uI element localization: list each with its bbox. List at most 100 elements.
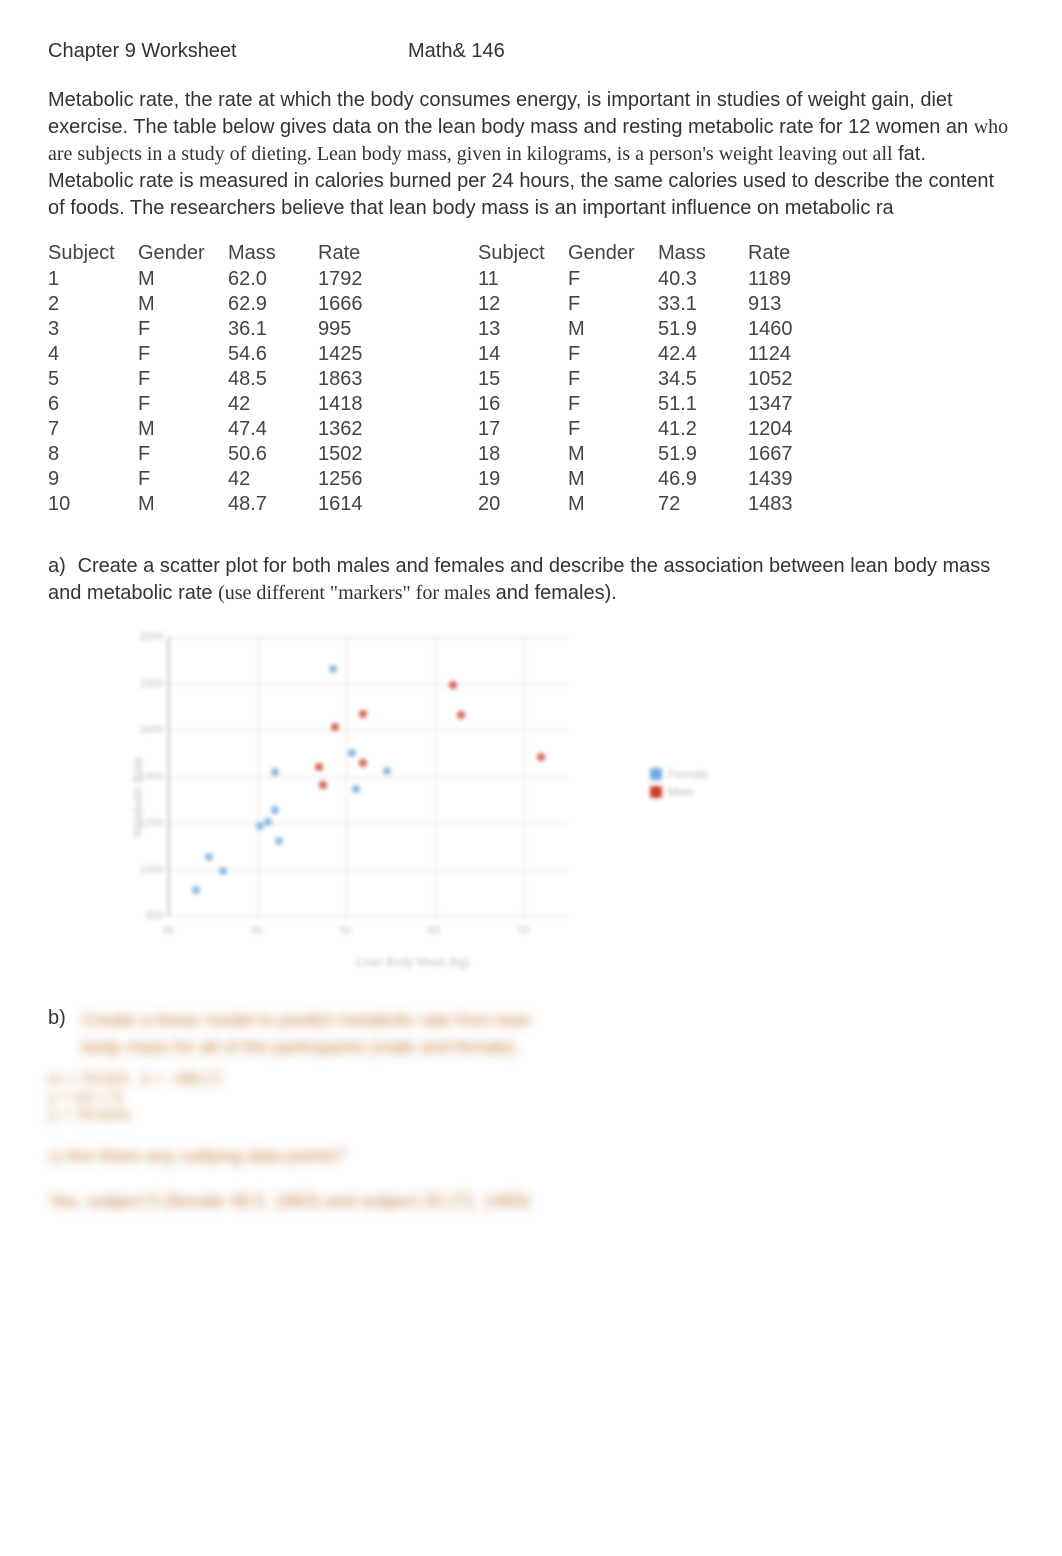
legend-male: Male <box>650 785 708 799</box>
table-row: 10M48.7161420M721483 <box>48 492 848 517</box>
table-cell: 1792 <box>318 267 418 292</box>
table-cell: 1362 <box>318 417 418 442</box>
scatter-point <box>449 681 457 689</box>
data-table: Subject Gender Mass Rate Subject Gender … <box>48 240 848 517</box>
table-cell: M <box>138 292 228 317</box>
table-cell: 1667 <box>748 442 848 467</box>
table-cell: 2 <box>48 292 138 317</box>
table-cell: 995 <box>318 317 418 342</box>
table-cell: 15 <box>478 367 568 392</box>
x-tick: 30 <box>153 925 183 937</box>
scatter-point <box>205 853 213 861</box>
x-tick: 60 <box>419 925 449 937</box>
table-cell: M <box>568 467 658 492</box>
table-cell: 17 <box>478 417 568 442</box>
y-tick: 800 <box>136 910 164 922</box>
scatter-point <box>352 785 360 793</box>
question-a-text2: and females). <box>496 582 617 604</box>
scatter-point <box>329 665 337 673</box>
chart-legend: Female Male <box>650 767 708 803</box>
legend-female: Female <box>650 767 708 781</box>
table-cell: F <box>138 367 228 392</box>
question-b: b) Create a linear model to predict meta… <box>48 1007 1014 1061</box>
table-cell: 51.9 <box>658 317 748 342</box>
scatter-point <box>271 768 279 776</box>
table-cell: 36.1 <box>228 317 318 342</box>
question-b-line2: body mass for all of the participants (m… <box>82 1034 531 1061</box>
table-cell: 10 <box>48 492 138 517</box>
table-cell: 1439 <box>748 467 848 492</box>
x-axis-label: Lean Body Mass (kg) <box>356 955 469 969</box>
table-cell: 48.5 <box>228 367 318 392</box>
table-cell: 5 <box>48 367 138 392</box>
table-cell: F <box>138 342 228 367</box>
legend-swatch-female <box>650 768 662 780</box>
table-cell: 48.7 <box>228 492 318 517</box>
table-cell: 4 <box>48 342 138 367</box>
table-cell: 51.1 <box>658 392 748 417</box>
y-tick: 1800 <box>136 678 164 690</box>
header-left: Chapter 9 Worksheet <box>48 40 408 63</box>
scatter-point <box>219 867 227 875</box>
table-cell: 1483 <box>748 492 848 517</box>
table-cell: 13 <box>478 317 568 342</box>
question-a: a) Create a scatter plot for both males … <box>48 553 1014 607</box>
table-cell: 47.4 <box>228 417 318 442</box>
table-row: 5F48.5186315F34.51052 <box>48 367 848 392</box>
table-cell: 14 <box>478 342 568 367</box>
scatter-point <box>359 759 367 767</box>
question-b-label: b) <box>48 1007 82 1030</box>
eq-line2: y = mx + b <box>48 1089 1014 1107</box>
table-row: 1M62.0179211F40.31189 <box>48 267 848 292</box>
eq-line1: m = 78.024 , b = -488.27 <box>48 1071 1014 1089</box>
table-cell: 1418 <box>318 392 418 417</box>
table-row: 4F54.6142514F42.41124 <box>48 342 848 367</box>
answer-c-blurred: Yes, subject 5 (female 48.5, 1863) and s… <box>48 1188 1014 1215</box>
th-gender-1: Gender <box>138 240 228 267</box>
y-tick: 1000 <box>136 864 164 876</box>
plot-area <box>168 637 568 917</box>
table-cell: 50.6 <box>228 442 318 467</box>
table-cell: F <box>138 317 228 342</box>
table-cell: 1666 <box>318 292 418 317</box>
table-cell: 62.9 <box>228 292 318 317</box>
table-cell: M <box>138 492 228 517</box>
question-a-label: a) <box>48 553 72 580</box>
y-tick: 1200 <box>136 817 164 829</box>
scatter-point <box>192 886 200 894</box>
legend-label-male: Male <box>668 785 694 799</box>
table-cell: 1204 <box>748 417 848 442</box>
table-row: 9F42125619M46.91439 <box>48 467 848 492</box>
table-cell: M <box>138 417 228 442</box>
table-cell: F <box>138 442 228 467</box>
table-cell: F <box>568 417 658 442</box>
th-subject-2: Subject <box>478 240 568 267</box>
table-cell: F <box>568 367 658 392</box>
question-c-blurred: c) Are there any outlying data points? <box>48 1143 1014 1170</box>
table-row: 3F36.199513M51.91460 <box>48 317 848 342</box>
table-row: 6F42141816F51.11347 <box>48 392 848 417</box>
table-cell: 19 <box>478 467 568 492</box>
table-cell: 12 <box>478 292 568 317</box>
table-header-row: Subject Gender Mass Rate Subject Gender … <box>48 240 848 267</box>
intro-part1: Metabolic rate, the rate at which the bo… <box>48 89 968 138</box>
table-row: 8F50.6150218M51.91667 <box>48 442 848 467</box>
table-cell: 42 <box>228 392 318 417</box>
x-tick: 70 <box>508 925 538 937</box>
y-tick: 2000 <box>136 631 164 643</box>
table-cell: 33.1 <box>658 292 748 317</box>
table-cell: 1256 <box>318 467 418 492</box>
question-a-serif: (use different "markers" for males <box>218 582 496 604</box>
scatter-point <box>537 753 545 761</box>
y-tick: 1600 <box>136 724 164 736</box>
table-cell: 41.2 <box>658 417 748 442</box>
table-cell: 1863 <box>318 367 418 392</box>
scatter-point <box>348 749 356 757</box>
table-cell: 40.3 <box>658 267 748 292</box>
table-cell: 1 <box>48 267 138 292</box>
table-cell: 3 <box>48 317 138 342</box>
table-cell: 42.4 <box>658 342 748 367</box>
scatter-point <box>331 723 339 731</box>
table-row: 2M62.9166612F33.1913 <box>48 292 848 317</box>
table-cell: 1502 <box>318 442 418 467</box>
